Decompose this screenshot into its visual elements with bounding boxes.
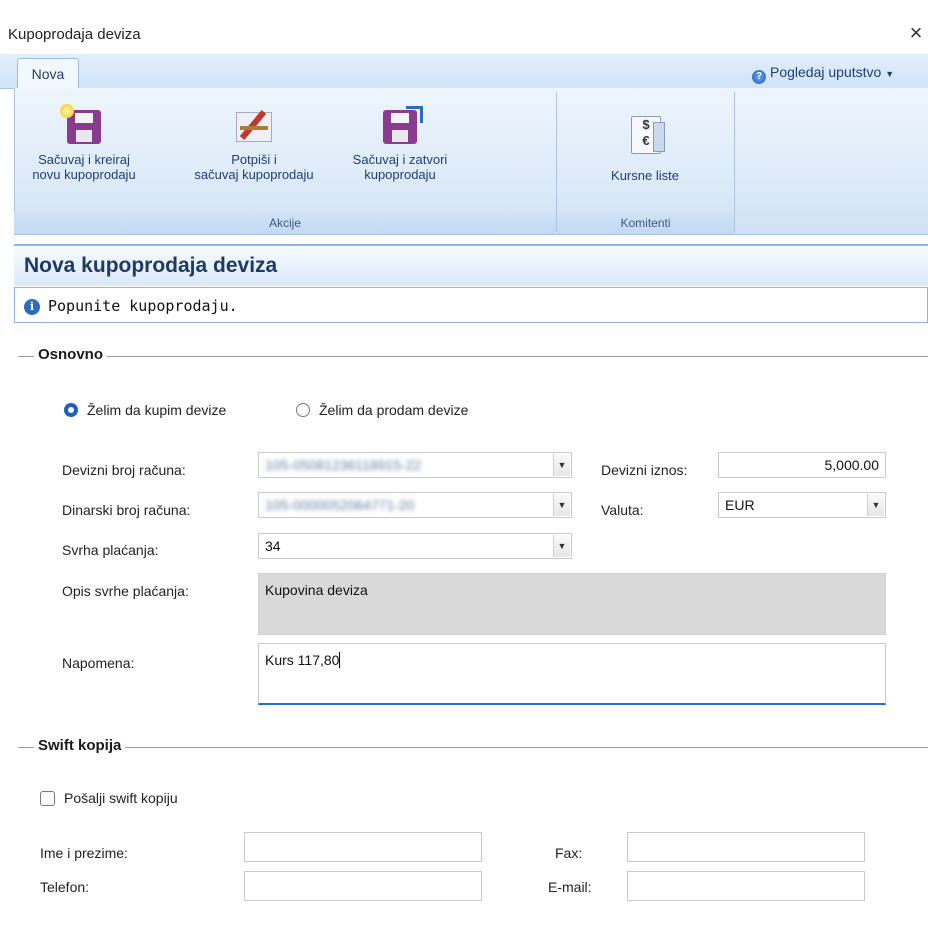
page-title: Nova kupoprodaja deviza [24, 254, 278, 277]
swift-copy-label[interactable]: Pošalji swift kopiju [64, 790, 178, 806]
radio-buy-label[interactable]: Želim da kupim devize [87, 402, 226, 418]
save-close-icon [380, 106, 423, 146]
chevron-down-icon[interactable]: ▼ [553, 454, 570, 476]
devizni-iznos-input[interactable]: 5,000.00 [718, 452, 886, 478]
dinarski-racun-label: Dinarski broj računa: [62, 502, 191, 518]
sign-save-icon [234, 106, 274, 146]
button-label-line1: Sačuvaj i kreiraj [38, 152, 130, 167]
svrha-placanja-label: Svrha plaćanja: [62, 542, 159, 558]
ime-prezime-input[interactable] [244, 832, 482, 862]
chevron-down-icon: ▼ [885, 69, 895, 79]
info-message: Popunite kupoprodaju. [48, 297, 238, 315]
radio-sell[interactable] [296, 403, 310, 417]
email-input[interactable] [627, 871, 865, 901]
valuta-label: Valuta: [601, 502, 644, 518]
button-label-line2: sačuvaj kupoprodaju [194, 167, 314, 182]
dinarski-racun-select[interactable]: 105-0000052064771-20 ▼ [258, 492, 572, 518]
section-title-osnovno: Osnovno [34, 346, 108, 363]
swift-copy-checkbox[interactable] [40, 791, 55, 806]
telefon-input[interactable] [244, 871, 482, 901]
button-label: Kursne liste [611, 168, 679, 183]
info-icon: i [24, 299, 40, 315]
devizni-iznos-label: Devizni iznos: [601, 462, 688, 478]
button-label-line1: Sačuvaj i zatvori [352, 152, 448, 167]
devizni-racun-select[interactable]: 105-05081236118915-22 ▼ [258, 452, 572, 478]
chevron-down-icon[interactable]: ▼ [553, 535, 570, 557]
section-divider [18, 356, 928, 357]
window-title: Kupoprodaja deviza [8, 26, 141, 43]
napomena-value: Kurs 117,80 [265, 652, 340, 668]
radio-buy[interactable] [64, 403, 78, 417]
valuta-select[interactable]: EUR ▼ [718, 492, 886, 518]
radio-sell-label[interactable]: Želim da prodam devize [319, 402, 468, 418]
help-icon: ? [752, 70, 766, 84]
email-label: E-mail: [548, 879, 592, 895]
opis-svrhe-field: Kupovina deviza [258, 573, 886, 635]
top-edge [0, 0, 928, 14]
sign-and-save-button[interactable]: Potpiši i sačuvaj kupoprodaju [170, 106, 338, 182]
save-new-icon [60, 104, 104, 146]
close-icon[interactable]: × [904, 20, 928, 46]
help-label: Pogledaj uputstvo [770, 64, 882, 80]
help-link[interactable]: ? Pogledaj uputstvo ▼ [752, 64, 928, 86]
devizni-racun-value: 105-05081236118915-22 [265, 457, 422, 473]
exchange-rate-list-icon: $ € [625, 114, 665, 154]
opis-svrhe-value: Kupovina deviza [265, 582, 368, 598]
tab-nova[interactable]: Nova [17, 58, 79, 90]
section-title-swift: Swift kopija [34, 737, 126, 754]
save-and-close-button[interactable]: Sačuvaj i zatvori kupoprodaju [338, 106, 462, 182]
group-label-akcije: Akcije [14, 212, 556, 234]
chevron-down-icon[interactable]: ▼ [867, 494, 884, 516]
dinarski-racun-value: 105-0000052064771-20 [265, 497, 415, 513]
fax-input[interactable] [627, 832, 865, 862]
svrha-placanja-select[interactable]: 34 ▼ [258, 533, 572, 559]
devizni-racun-label: Devizni broj računa: [62, 462, 186, 478]
group-separator [734, 92, 735, 232]
button-label-line1: Potpiši i [231, 152, 277, 167]
fax-label: Fax: [555, 845, 583, 861]
section-divider [18, 747, 928, 748]
napomena-textarea[interactable]: Kurs 117,80 [258, 643, 886, 705]
group-label-komitenti: Komitenti [557, 212, 734, 234]
button-label-line2: novu kupoprodaju [32, 167, 136, 182]
kursne-liste-button[interactable]: $ € Kursne liste [580, 114, 710, 183]
ime-prezime-label: Ime i prezime: [40, 845, 128, 861]
svrha-placanja-value: 34 [265, 538, 281, 554]
valuta-value: EUR [725, 497, 755, 513]
chevron-down-icon[interactable]: ▼ [553, 494, 570, 516]
devizni-iznos-value: 5,000.00 [824, 457, 880, 473]
button-label-line2: kupoprodaju [364, 167, 436, 182]
napomena-label: Napomena: [62, 655, 135, 671]
telefon-label: Telefon: [40, 879, 90, 895]
opis-svrhe-label: Opis svrhe plaćanja: [62, 583, 189, 599]
save-and-create-new-button[interactable]: Sačuvaj i kreiraj novu kupoprodaju [18, 104, 150, 182]
